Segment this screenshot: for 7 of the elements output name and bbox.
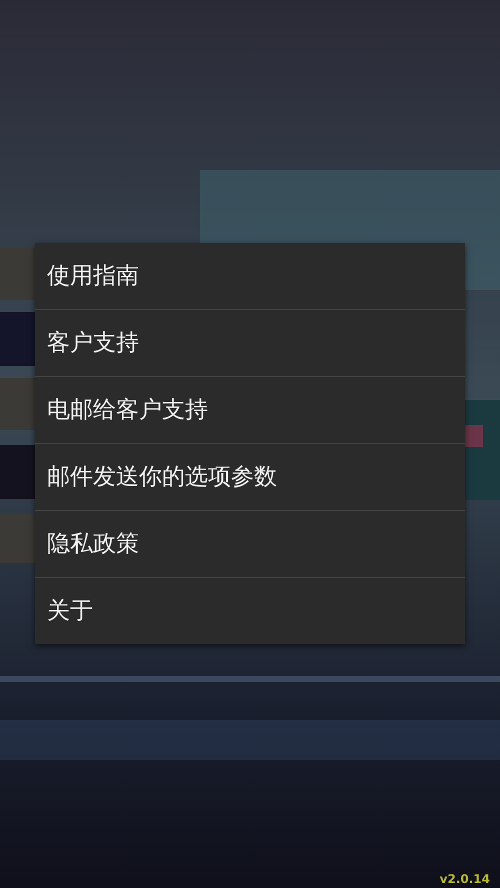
menu-item[interactable]: 电邮给客户支持 xyxy=(35,376,465,443)
menu-item[interactable]: 使用指南 xyxy=(35,243,465,309)
menu-item[interactable]: 关于 xyxy=(35,577,465,644)
menu-item[interactable]: 客户支持 xyxy=(35,309,465,376)
menu-item[interactable]: 邮件发送你的选项参数 xyxy=(35,443,465,510)
version-label: v2.0.14 xyxy=(440,872,490,886)
menu-item[interactable]: 隐私政策 xyxy=(35,510,465,577)
